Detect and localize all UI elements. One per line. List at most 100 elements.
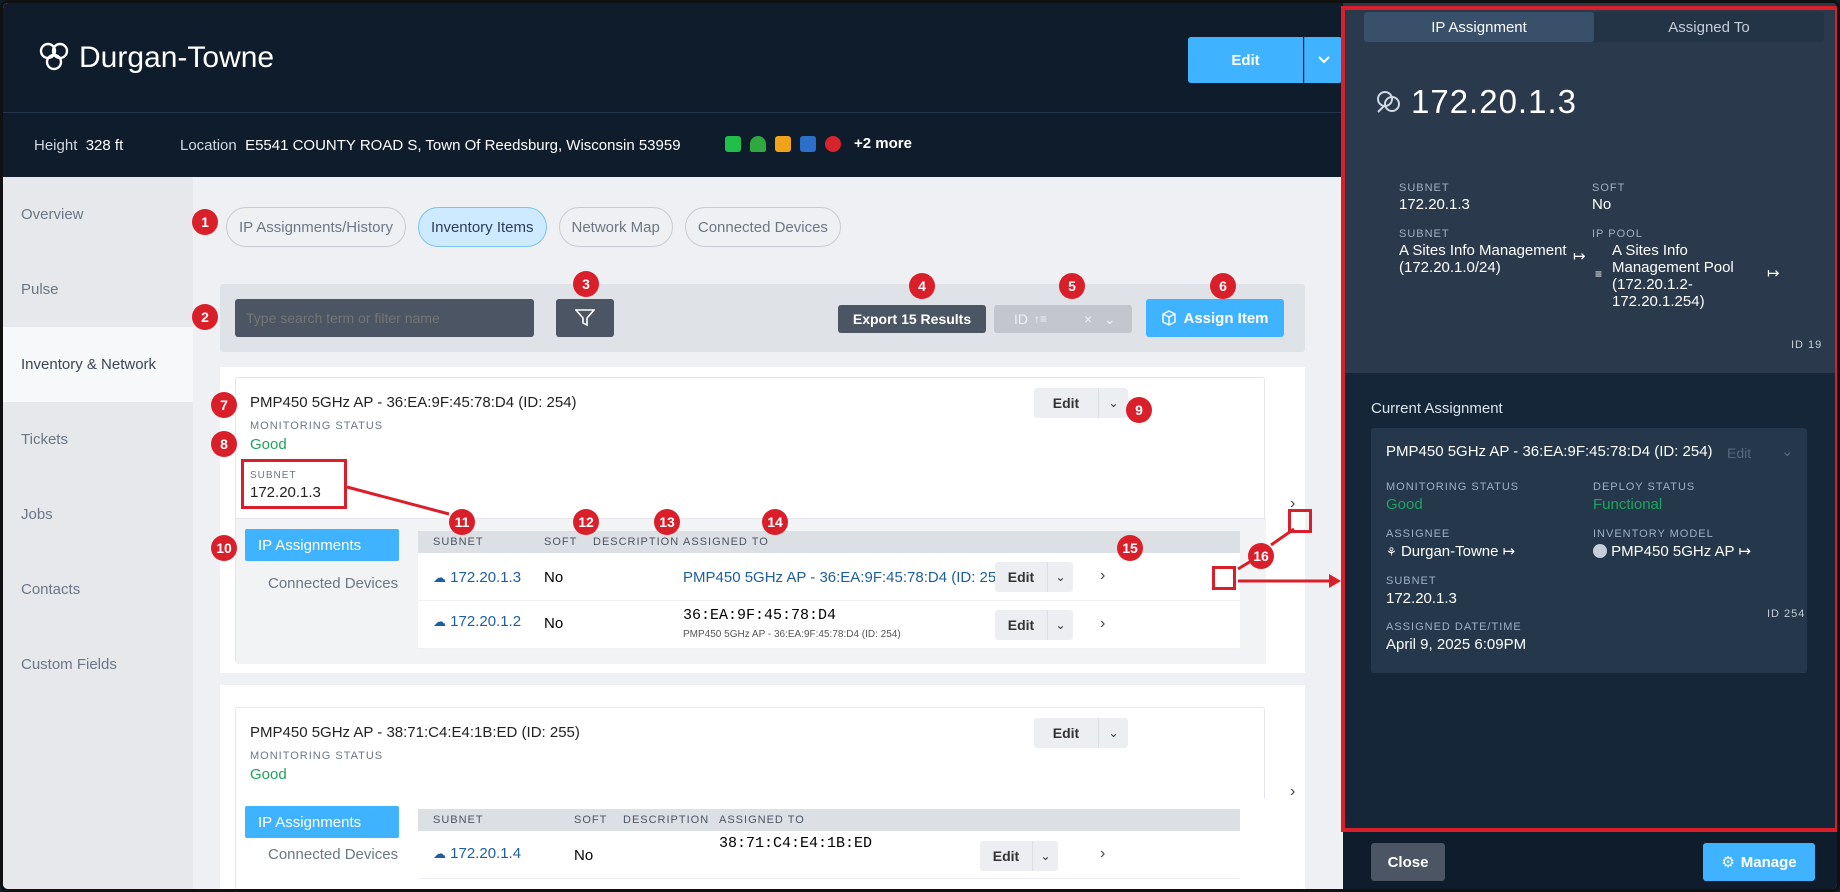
card-edit-dropdown[interactable]: ⌄: [1098, 388, 1128, 418]
tab-network-map[interactable]: Network Map: [558, 207, 673, 247]
monitoring-status-label: MONITORING STATUS: [250, 420, 384, 432]
gear-icon: ⚙: [1721, 854, 1735, 871]
export-button[interactable]: Export 15 Results: [838, 305, 986, 333]
row-subnet[interactable]: ☁ 172.20.1.4: [433, 845, 521, 862]
monitoring-status-value: Good: [250, 766, 287, 783]
row-edit-dropdown[interactable]: ⌄: [1047, 562, 1073, 592]
cloud-network-icon: ☁: [433, 614, 446, 629]
card-edit-button[interactable]: Edit: [1034, 388, 1098, 418]
ip-assignments-table: SUBNET SOFT DESCRIPTION ASSIGNED TO ☁ 17…: [418, 809, 1240, 889]
more-status-link[interactable]: +2 more: [854, 135, 912, 152]
tab-inventory-items[interactable]: Inventory Items: [417, 207, 547, 247]
site-edit-button[interactable]: Edit: [1188, 37, 1303, 83]
table-row[interactable]: ☁ 172.20.1.4 No 38:71:C4:E4:1B:ED Edit ⌄…: [418, 831, 1240, 879]
subtab-ip-assignments[interactable]: IP Assignments: [245, 529, 399, 561]
card-title: PMP450 5GHz AP - 38:71:C4:E4:1B:ED (ID: …: [250, 724, 580, 741]
site-header: Durgan-Towne Edit: [3, 3, 1343, 113]
briefcase-icon[interactable]: [800, 135, 816, 152]
subtab-connected-devices[interactable]: Connected Devices: [245, 838, 399, 870]
row-subnet[interactable]: ☁ 172.20.1.3: [433, 569, 521, 586]
panel-highlight-box: [1341, 6, 1837, 832]
tab-connected-devices[interactable]: Connected Devices: [684, 207, 841, 247]
row-soft: No: [544, 615, 564, 632]
row-edit-dropdown[interactable]: ⌄: [1047, 610, 1073, 640]
row-edit-button[interactable]: Edit: [980, 841, 1032, 871]
chevron-right-icon[interactable]: ›: [1290, 783, 1295, 801]
height-label: Height: [34, 137, 78, 154]
col-soft: SOFT: [574, 814, 608, 826]
assign-item-button[interactable]: Assign Item: [1146, 299, 1284, 337]
annotation-badge-4: 4: [909, 273, 935, 299]
inventory-card-wrapper: PMP450 5GHz AP - 38:71:C4:E4:1B:ED (ID: …: [220, 685, 1305, 889]
funnel-icon: [575, 309, 595, 327]
site-brand: Durgan-Towne: [37, 41, 274, 75]
subtab-ip-assignments[interactable]: IP Assignments: [245, 806, 399, 838]
sidebar-item-pulse[interactable]: Pulse: [3, 252, 193, 327]
row-subnet[interactable]: ☁ 172.20.1.2: [433, 613, 521, 630]
assign-item-label: Assign Item: [1183, 309, 1269, 327]
sort-select[interactable]: ID ↑≡ × ⌄: [994, 305, 1132, 333]
height-value: 328 ft: [85, 137, 124, 154]
site-info-bar: Height 328 ft Location E5541 COUNTY ROAD…: [3, 113, 1343, 177]
sidebar-item-overview[interactable]: Overview: [3, 177, 193, 252]
col-subnet: SUBNET: [433, 536, 484, 548]
sidebar-item-contacts[interactable]: Contacts: [3, 552, 193, 627]
search-input[interactable]: [235, 299, 534, 337]
annotation-badge-2: 2: [192, 304, 218, 330]
chevron-right-icon[interactable]: ›: [1100, 567, 1105, 585]
status-icons: +2 more: [725, 135, 912, 152]
row-assigned-to: 38:71:C4:E4:1B:ED: [719, 835, 873, 852]
location-label: Location: [180, 137, 237, 154]
subtab-connected-devices[interactable]: Connected Devices: [245, 567, 399, 599]
row-edit-dropdown[interactable]: ⌄: [1032, 841, 1058, 871]
inventory-toolbar: Export 15 Results ID ↑≡ × ⌄ Assign Item: [220, 284, 1305, 352]
annotation-badge-12: 12: [573, 509, 599, 535]
sort-clear-icon[interactable]: ×: [1084, 311, 1092, 327]
col-assigned-to: ASSIGNED TO: [719, 814, 805, 826]
col-soft: SOFT: [544, 536, 578, 548]
card-title: PMP450 5GHz AP - 36:EA:9F:45:78:D4 (ID: …: [250, 394, 577, 411]
card-edit-button[interactable]: Edit: [1034, 718, 1098, 748]
row-assigned-sub: PMP450 5GHz AP - 36:EA:9F:45:78:D4 (ID: …: [683, 629, 901, 640]
sidebar-item-jobs[interactable]: Jobs: [3, 477, 193, 552]
annotation-badge-15: 15: [1117, 535, 1143, 561]
row-soft: No: [544, 569, 564, 586]
sidebar-item-inventory-network[interactable]: Inventory & Network: [3, 327, 193, 402]
sidebar-item-tickets[interactable]: Tickets: [3, 402, 193, 477]
cube-icon: [1162, 310, 1177, 326]
table-row[interactable]: ☁ 172.20.1.2 No 36:EA:9F:45:78:D4 PMP450…: [418, 601, 1240, 649]
panel-footer: Close ⚙ Manage: [1343, 831, 1837, 889]
globe-icon[interactable]: [825, 135, 841, 152]
tower-icon[interactable]: [750, 135, 766, 152]
tab-ip-assignments-history[interactable]: IP Assignments/History: [226, 207, 406, 247]
col-description: DESCRIPTION: [623, 814, 710, 826]
row-soft: No: [574, 847, 594, 864]
money-icon[interactable]: [725, 135, 741, 152]
chevron-down-icon[interactable]: ⌄: [1104, 311, 1116, 328]
row-edit-button[interactable]: Edit: [995, 610, 1047, 640]
annotation-badge-9: 9: [1126, 397, 1152, 423]
row-assigned-to[interactable]: PMP450 5GHz AP - 36:EA:9F:45:78:D4 (ID: …: [683, 569, 1010, 586]
site-edit-dropdown[interactable]: [1304, 37, 1342, 83]
manage-button[interactable]: ⚙ Manage: [1703, 843, 1815, 881]
chevron-right-icon[interactable]: ›: [1100, 615, 1105, 633]
close-button[interactable]: Close: [1371, 843, 1445, 881]
section-tabs: IP Assignments/History Inventory Items N…: [226, 207, 841, 247]
annotation-badge-3: 3: [573, 271, 599, 297]
inventory-card: PMP450 5GHz AP - 38:71:C4:E4:1B:ED (ID: …: [235, 707, 1266, 889]
annotation-badge-6: 6: [1210, 273, 1236, 299]
table-row[interactable]: ☁ 172.20.1.3 No PMP450 5GHz AP - 36:EA:9…: [418, 553, 1240, 601]
chevron-right-icon[interactable]: ›: [1100, 845, 1105, 863]
monitoring-status-value: Good: [250, 436, 287, 453]
sidebar-item-custom-fields[interactable]: Custom Fields: [3, 627, 193, 702]
camera-icon[interactable]: [775, 135, 791, 152]
row-edit-button[interactable]: Edit: [995, 562, 1047, 592]
sort-label: ID: [1014, 311, 1028, 327]
cloud-network-icon: ☁: [433, 846, 446, 861]
card-edit-dropdown[interactable]: ⌄: [1098, 718, 1128, 748]
filter-button[interactable]: [556, 299, 614, 337]
annotation-badge-10: 10: [211, 535, 237, 561]
annotation-badge-5: 5: [1059, 273, 1085, 299]
annotation-badge-16: 16: [1248, 543, 1274, 569]
chevron-down-icon: [1317, 56, 1330, 64]
